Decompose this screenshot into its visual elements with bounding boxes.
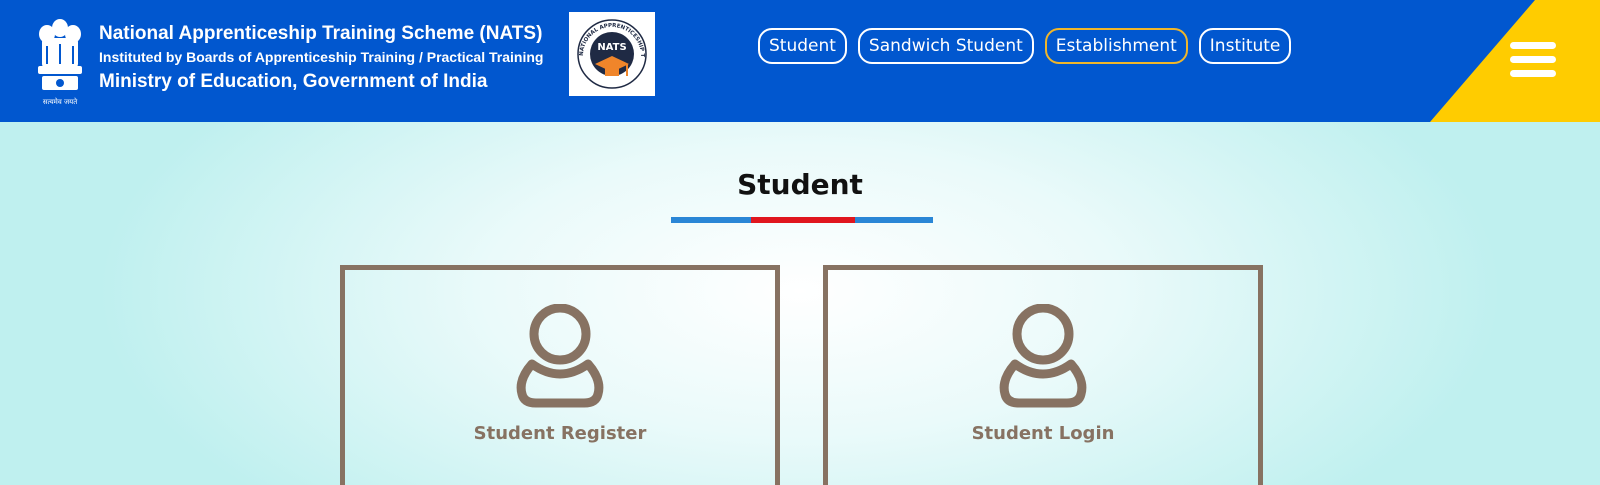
logo-text: NATS — [597, 42, 626, 53]
nav-establishment[interactable]: Establishment — [1044, 28, 1188, 64]
site-title: National Apprenticeship Training Scheme … — [99, 23, 543, 44]
main-nav: Student Sandwich Student Establishment I… — [758, 28, 1292, 64]
nats-logo: NATIONAL APPRENTICESHIP TRAINING SCHEME … — [566, 8, 655, 96]
emblem-motto: सत्यमेव जयते — [43, 97, 78, 106]
ministry-name: Ministry of Education, Government of Ind… — [99, 71, 488, 92]
brand-text: National Apprenticeship Training Scheme … — [99, 22, 543, 94]
national-emblem-icon: सत्यमेव जयते — [38, 19, 82, 106]
nav-student[interactable]: Student — [758, 28, 847, 64]
user-icon — [999, 304, 1087, 408]
hamburger-menu-icon[interactable] — [1510, 42, 1556, 78]
nav-institute[interactable]: Institute — [1198, 28, 1292, 64]
student-login-card[interactable]: Student Login — [823, 265, 1263, 485]
student-login-label: Student Login — [971, 423, 1115, 444]
user-icon — [516, 304, 604, 408]
student-register-label: Student Register — [473, 423, 647, 444]
site-header: सत्यमेव जयते National Apprenticeship Tra… — [0, 0, 1600, 122]
student-register-card[interactable]: Student Register — [340, 265, 780, 485]
nav-sandwich-student[interactable]: Sandwich Student — [857, 28, 1034, 64]
site-subtitle: Instituted by Boards of Apprenticeship T… — [99, 49, 544, 65]
page-title: Student — [737, 168, 863, 201]
title-underline — [671, 217, 933, 223]
